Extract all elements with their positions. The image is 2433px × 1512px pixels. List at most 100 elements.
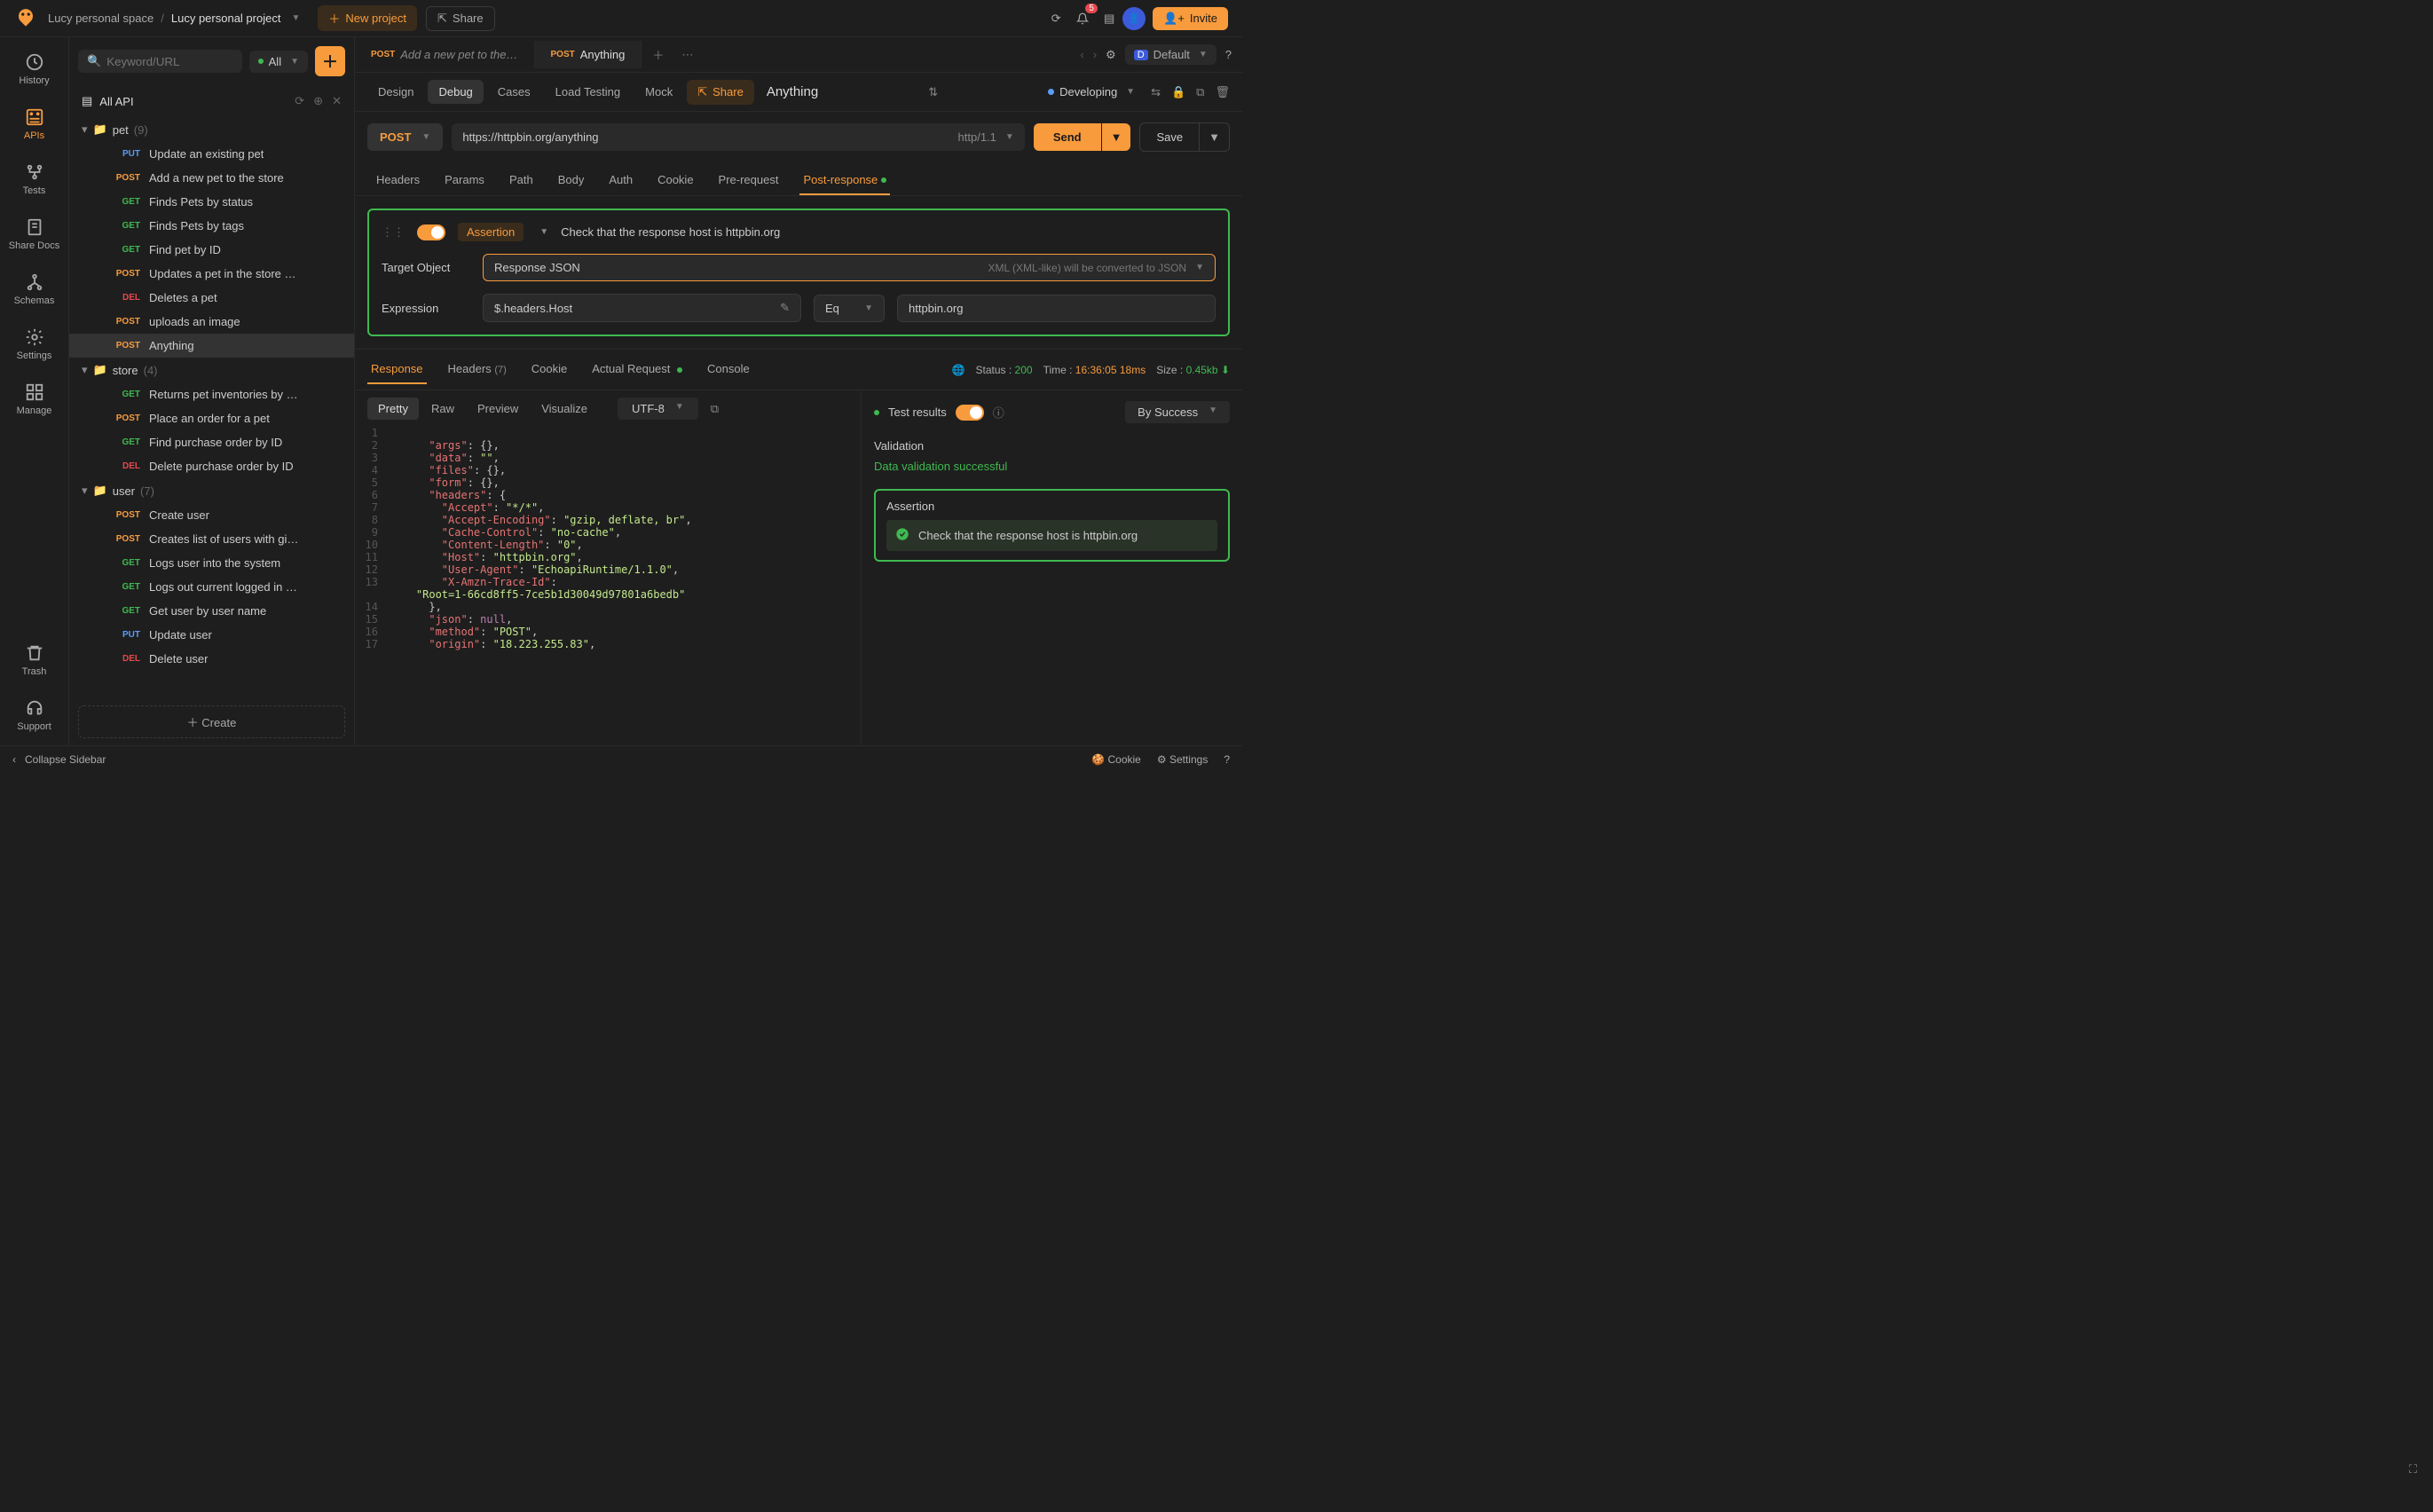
trash-icon[interactable]: 🗑 <box>1215 85 1230 99</box>
tree-item[interactable]: GETFinds Pets by tags <box>69 214 354 238</box>
reqtab-cookie[interactable]: Cookie <box>654 166 697 195</box>
chevron-down-icon[interactable]: ▼ <box>291 13 300 23</box>
tree-group[interactable]: ▾ 📁 pet (9) <box>69 117 354 142</box>
reqtab-pre[interactable]: Pre-request <box>715 166 783 195</box>
tree-item[interactable]: GETFind purchase order by ID <box>69 430 354 454</box>
lock-icon[interactable]: 🔒 <box>1171 85 1185 99</box>
codeview-preview[interactable]: Preview <box>467 398 529 420</box>
collapse-sidebar-button[interactable]: Collapse Sidebar <box>25 753 106 766</box>
nav-settings[interactable]: Settings <box>8 319 61 369</box>
tab-menu-icon[interactable]: ⋯ <box>674 48 700 62</box>
subtab-mock[interactable]: Mock <box>634 80 683 104</box>
save-dropdown[interactable]: ▼ <box>1200 122 1230 152</box>
drag-handle-icon[interactable]: ⋮⋮ <box>382 225 405 240</box>
share-button[interactable]: ⇱ Share <box>426 6 495 31</box>
codeview-raw[interactable]: Raw <box>421 398 465 420</box>
tab-prev-icon[interactable]: ‹ <box>1080 48 1083 61</box>
tree-item[interactable]: POSTPlace an order for a pet <box>69 406 354 430</box>
all-api-label[interactable]: All API <box>99 95 133 108</box>
editor-tab[interactable]: POSTAdd a new pet to the… <box>355 41 535 68</box>
chevron-down-icon[interactable]: ▼ <box>539 227 548 237</box>
tree-item[interactable]: POSTAnything <box>69 334 354 358</box>
tab-next-icon[interactable]: › <box>1093 48 1097 61</box>
tree-item[interactable]: GETReturns pet inventories by … <box>69 382 354 406</box>
subtab-debug[interactable]: Debug <box>428 80 483 104</box>
codeview-visualize[interactable]: Visualize <box>531 398 598 420</box>
notifications-icon[interactable]: 5 <box>1069 5 1096 32</box>
magic-icon[interactable]: ✎ <box>780 301 790 315</box>
globe-icon[interactable]: 🌐 <box>952 364 965 376</box>
tree-item[interactable]: GETFinds Pets by status <box>69 190 354 214</box>
resptab-headers[interactable]: Headers (7) <box>445 355 510 384</box>
swap-icon[interactable]: ⇆ <box>1151 85 1161 99</box>
resptab-response[interactable]: Response <box>367 355 427 384</box>
create-button[interactable]: ＋ Create <box>78 705 345 738</box>
download-icon[interactable]: ⬇ <box>1221 364 1230 376</box>
reqtab-auth[interactable]: Auth <box>605 166 636 195</box>
add-button[interactable]: ＋ <box>315 46 345 76</box>
locate-icon[interactable]: ⊕ <box>313 94 323 108</box>
target-object-select[interactable]: Response JSON XML (XML-like) will be con… <box>483 254 1216 281</box>
sync-icon[interactable]: ⟳ <box>1043 5 1069 32</box>
tree-item[interactable]: PUTUpdate an existing pet <box>69 142 354 166</box>
tree-item[interactable]: POSTCreates list of users with gi… <box>69 527 354 551</box>
tree-item[interactable]: PUTUpdate user <box>69 623 354 647</box>
reqtab-headers[interactable]: Headers <box>373 166 423 195</box>
environment-select[interactable]: D Default ▼ <box>1125 44 1216 65</box>
resptab-cookie[interactable]: Cookie <box>528 355 571 384</box>
codeview-pretty[interactable]: Pretty <box>367 398 419 420</box>
subtab-cases[interactable]: Cases <box>487 80 541 104</box>
add-tab-button[interactable]: ＋ <box>642 46 674 63</box>
refresh-icon[interactable]: ⟳ <box>295 94 304 108</box>
invite-button[interactable]: 👤+ Invite <box>1153 7 1228 30</box>
save-button[interactable]: Save <box>1139 122 1200 152</box>
avatar[interactable]: 👤 <box>1122 7 1146 30</box>
tree-item[interactable]: POSTCreate user <box>69 503 354 527</box>
tree-item[interactable]: GETLogs out current logged in … <box>69 575 354 599</box>
tree-group[interactable]: ▾ 📁 user (7) <box>69 478 354 503</box>
tree-item[interactable]: DELDeletes a pet <box>69 286 354 310</box>
expression-input[interactable]: $.headers.Host ✎ <box>483 294 801 322</box>
subtab-load[interactable]: Load Testing <box>545 80 632 104</box>
copy-icon[interactable]: ⧉ <box>711 402 719 416</box>
editor-tab[interactable]: POSTAnything <box>535 41 642 68</box>
nav-support[interactable]: Support <box>8 690 61 740</box>
url-input[interactable]: https://httpbin.org/anything http/1.1 ▼ <box>452 123 1025 151</box>
reqtab-path[interactable]: Path <box>506 166 537 195</box>
footer-settings[interactable]: ⚙ Settings <box>1157 753 1208 766</box>
expected-input[interactable]: httpbin.org <box>897 295 1216 322</box>
tree-item[interactable]: GETLogs user into the system <box>69 551 354 575</box>
breadcrumb-project[interactable]: Lucy personal project <box>171 12 281 25</box>
response-body[interactable]: 1 2 "args": {},3 "data": "",4 "files": {… <box>355 427 861 650</box>
http-version-select[interactable]: http/1.1 ▼ <box>958 130 1014 144</box>
filter-select[interactable]: All ▼ <box>249 51 308 73</box>
chevron-left-icon[interactable]: ‹ <box>12 753 16 766</box>
search-input[interactable]: 🔍 <box>78 50 242 73</box>
close-icon[interactable]: ✕ <box>332 94 342 108</box>
send-dropdown[interactable]: ▼ <box>1102 123 1131 151</box>
subtab-design[interactable]: Design <box>367 80 424 104</box>
tree-item[interactable]: POSTUpdates a pet in the store … <box>69 262 354 286</box>
notes-icon[interactable]: ▤ <box>1096 5 1122 32</box>
nav-schemas[interactable]: Schemas <box>8 264 61 314</box>
nav-sharedocs[interactable]: Share Docs <box>8 209 61 259</box>
breadcrumb-workspace[interactable]: Lucy personal space <box>48 12 154 25</box>
sort-select[interactable]: By Success▼ <box>1125 401 1230 423</box>
sort-icon[interactable]: ⇅ <box>928 85 938 99</box>
tree-item[interactable]: DELDelete user <box>69 647 354 671</box>
nav-tests[interactable]: Tests <box>8 154 61 204</box>
tree-group[interactable]: ▾ 📁 store (4) <box>69 358 354 382</box>
tree-item[interactable]: DELDelete purchase order by ID <box>69 454 354 478</box>
nav-apis[interactable]: APIs <box>8 99 61 149</box>
nav-manage[interactable]: Manage <box>8 374 61 424</box>
tree-item[interactable]: POSTuploads an image <box>69 310 354 334</box>
resptab-actual[interactable]: Actual Request <box>588 355 686 384</box>
gear-icon[interactable]: ⚙ <box>1106 48 1116 62</box>
new-project-button[interactable]: ＋ New project <box>318 5 417 31</box>
footer-cookie[interactable]: 🍪 Cookie <box>1091 753 1141 766</box>
tree-item[interactable]: POSTAdd a new pet to the store <box>69 166 354 190</box>
tree-item[interactable]: GETFind pet by ID <box>69 238 354 262</box>
api-status[interactable]: Developing ▼ <box>1048 85 1135 98</box>
reqtab-post[interactable]: Post-response <box>799 166 890 195</box>
subtab-share[interactable]: ⇱ Share <box>687 80 754 105</box>
